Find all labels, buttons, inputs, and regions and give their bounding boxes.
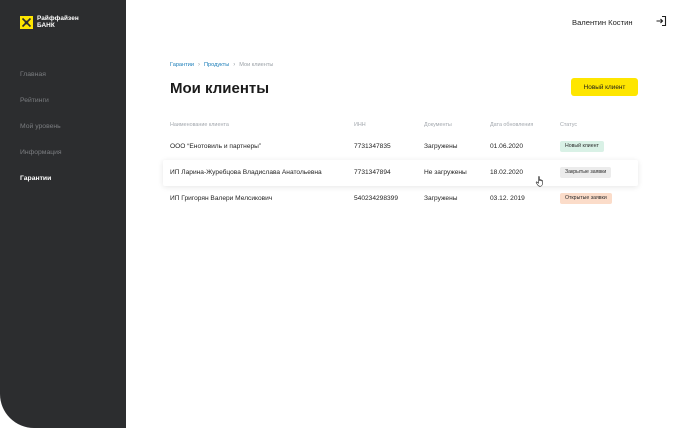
status-badge: Открытые заявки bbox=[560, 193, 612, 204]
table-row[interactable]: ИП Ларина-Журебцова Владислава Анатольев… bbox=[163, 160, 638, 186]
table-row[interactable]: ООО “Енотовиль и партнеры” 7731347835 За… bbox=[163, 134, 638, 160]
status-badge: Закрытые заявки bbox=[560, 167, 612, 178]
sidebar-item-my-level[interactable]: Мой уровень bbox=[20, 122, 62, 148]
client-inn: 540234298399 bbox=[354, 195, 399, 202]
column-header-name[interactable]: Наименование клиента bbox=[170, 122, 229, 128]
sidebar: Райффайзен БАНК Главная Рейтинги Мой уро… bbox=[0, 0, 126, 428]
client-name: ИП Григорян Валери Мелсикович bbox=[170, 195, 273, 202]
client-inn: 7731347894 bbox=[354, 169, 391, 176]
client-updated-date: 18.02.2020 bbox=[490, 169, 524, 176]
status-badge: Новый клиент bbox=[560, 141, 604, 152]
client-documents: Загружены bbox=[424, 143, 458, 150]
sidebar-nav: Главная Рейтинги Мой уровень Информация … bbox=[20, 70, 62, 200]
column-header-inn[interactable]: ИНН bbox=[354, 122, 366, 128]
bank-name: Райффайзен БАНК bbox=[37, 15, 79, 29]
page-title: Мои клиенты bbox=[170, 80, 270, 97]
column-header-updated[interactable]: Дата обновления bbox=[490, 122, 533, 128]
bank-name-line2: БАНК bbox=[37, 21, 55, 29]
breadcrumb-current: Мои клиенты bbox=[239, 62, 274, 68]
clients-table: Наименование клиента ИНН Документы Дата … bbox=[163, 118, 638, 212]
breadcrumb-separator-icon: › bbox=[197, 62, 200, 68]
client-inn: 7731347835 bbox=[354, 143, 391, 150]
client-updated-date: 01.06.2020 bbox=[490, 143, 524, 150]
raiffeisen-logo-icon bbox=[20, 16, 33, 30]
client-name: ООО “Енотовиль и партнеры” bbox=[170, 143, 262, 150]
bank-logo[interactable]: Райффайзен БАНК bbox=[20, 15, 79, 30]
breadcrumb-separator-icon: › bbox=[233, 62, 236, 68]
table-row[interactable]: ИП Григорян Валери Мелсикович 5402342983… bbox=[163, 186, 638, 212]
new-client-button[interactable]: Новый клиент bbox=[571, 78, 638, 96]
client-documents: Не загружены bbox=[424, 169, 467, 176]
client-updated-date: 03.12. 2019 bbox=[490, 195, 525, 202]
sidebar-item-home[interactable]: Главная bbox=[20, 70, 62, 96]
breadcrumb-products[interactable]: Продукты bbox=[204, 62, 229, 68]
table-header: Наименование клиента ИНН Документы Дата … bbox=[163, 118, 638, 134]
sidebar-item-guarantees[interactable]: Гарантии bbox=[20, 174, 62, 200]
breadcrumb-guarantees[interactable]: Гарантии bbox=[170, 62, 194, 68]
column-header-documents[interactable]: Документы bbox=[424, 122, 452, 128]
hand-pointer-icon bbox=[535, 176, 545, 187]
client-documents: Загружены bbox=[424, 195, 458, 202]
sidebar-item-information[interactable]: Информация bbox=[20, 148, 62, 174]
sidebar-item-ratings[interactable]: Рейтинги bbox=[20, 96, 62, 122]
breadcrumb: Гарантии › Продукты › Мои клиенты bbox=[170, 62, 273, 68]
user-name[interactable]: Валентин Костин bbox=[572, 18, 633, 27]
logout-icon[interactable] bbox=[655, 15, 667, 27]
column-header-status[interactable]: Статус bbox=[560, 122, 577, 128]
client-name: ИП Ларина-Журебцова Владислава Анатольев… bbox=[170, 169, 322, 176]
